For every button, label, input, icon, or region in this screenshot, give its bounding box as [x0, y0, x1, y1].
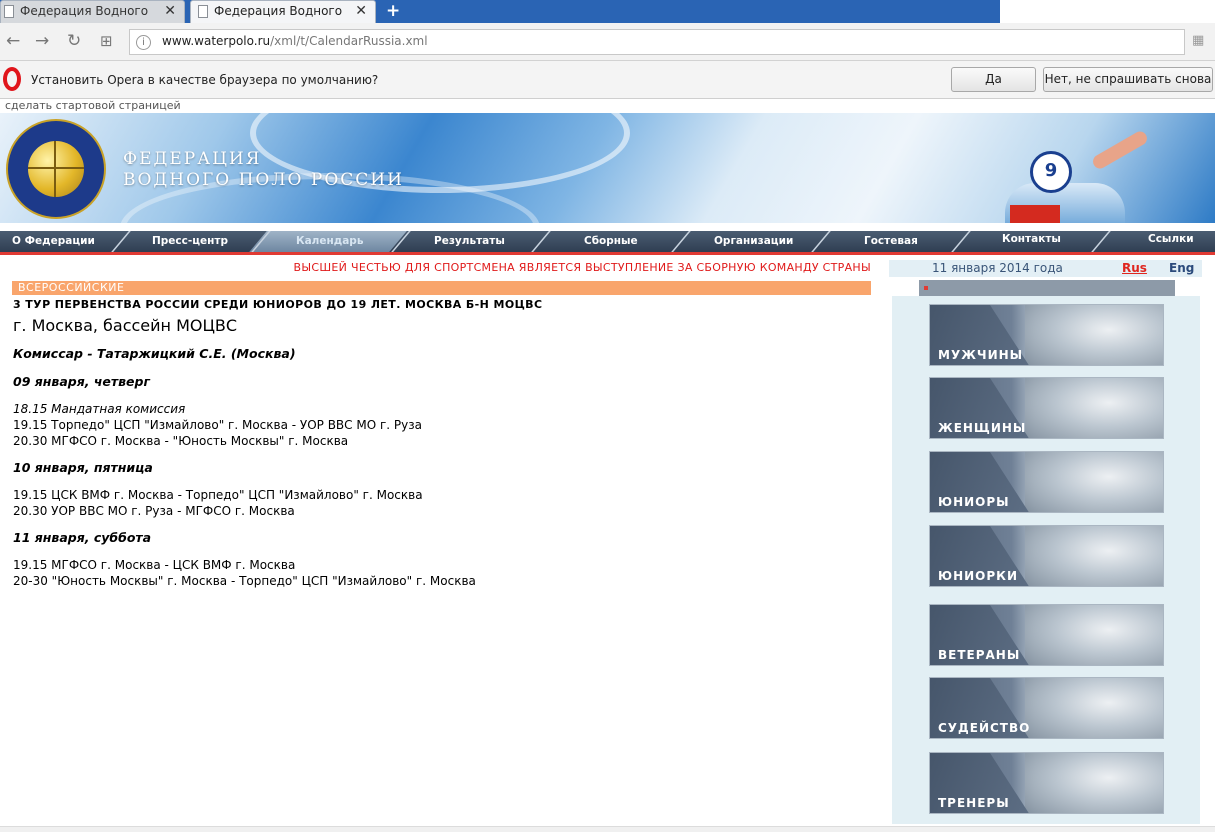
- section-photo: [1025, 378, 1163, 438]
- nav-results[interactable]: Результаты: [434, 231, 505, 252]
- section-women[interactable]: ЖЕНЩИНЫ: [929, 377, 1164, 439]
- section-label: ЮНИОРКИ: [938, 569, 1019, 583]
- reload-icon[interactable]: ↻: [67, 31, 81, 51]
- url-path: /xml/t/CalendarRussia.xml: [270, 34, 428, 48]
- nav-separator: [111, 231, 131, 252]
- address-url: www.waterpolo.ru/xml/t/CalendarRussia.xm…: [162, 34, 428, 48]
- address-field[interactable]: i www.waterpolo.ru/xml/t/CalendarRussia.…: [129, 29, 1185, 55]
- event-commissioner: Комиссар - Татаржицкий С.Е. (Москва): [13, 346, 296, 361]
- federation-logo[interactable]: [6, 119, 106, 219]
- schedule-line: 20-30 "Юность Москвы" г. Москва - Торпед…: [13, 574, 476, 588]
- infobar-message: Установить Opera в качестве браузера по …: [31, 73, 379, 87]
- tab-title: Федерация Водного По: [214, 4, 342, 18]
- site-info-icon[interactable]: i: [136, 35, 151, 50]
- nav-separator: [1091, 231, 1111, 252]
- nav-organizations[interactable]: Организации: [714, 231, 793, 252]
- yes-button[interactable]: Да: [951, 67, 1036, 92]
- default-browser-infobar: Установить Opera в качестве браузера по …: [0, 61, 1215, 99]
- player-red-cap-detail: [1010, 205, 1060, 223]
- day-heading: 11 января, суббота: [13, 530, 152, 545]
- nav-guestbook[interactable]: Гостевая: [864, 231, 918, 252]
- dont-ask-again-button[interactable]: Нет, не спрашивать снова: [1043, 67, 1213, 92]
- bullet-icon: [924, 286, 928, 290]
- section-refereeing[interactable]: СУДЕЙСТВО: [929, 677, 1164, 739]
- nav-separator: [531, 231, 551, 252]
- tab-bar-empty-area: [1000, 0, 1215, 23]
- section-photo: [1025, 305, 1163, 365]
- url-host: www.waterpolo.ru: [162, 34, 271, 48]
- nav-separator: [951, 231, 971, 252]
- schedule-line: 19.15 Торпедо" ЦСП "Измайлово" г. Москва…: [13, 418, 422, 432]
- nav-about[interactable]: О Федерации: [12, 231, 95, 252]
- nav-press-center[interactable]: Пресс-центр: [152, 231, 228, 252]
- nav-separator: [671, 231, 691, 252]
- nav-contacts[interactable]: Контакты: [1002, 229, 1061, 250]
- schedule-line: 19.15 МГФСО г. Москва - ЦСК ВМФ г. Москв…: [13, 558, 296, 572]
- coat-of-arms-icon: [1025, 753, 1163, 813]
- browser-tab-1[interactable]: Федерация Водного По ✕: [0, 0, 185, 23]
- section-label: ЖЕНЩИНЫ: [938, 421, 1027, 435]
- make-start-page-link[interactable]: сделать стартовой страницей: [5, 99, 181, 113]
- grid-view-icon[interactable]: ▦: [1192, 33, 1204, 48]
- section-photo: [1025, 526, 1163, 586]
- news-ticker: ВЫСШЕЙ ЧЕСТЬЮ ДЛЯ СПОРТСМЕНА ЯВЛЯЕТСЯ ВЫ…: [0, 260, 871, 276]
- category-bar: ВСЕРОССИЙСКИЕ: [12, 281, 871, 295]
- nav-teams[interactable]: Сборные: [584, 231, 638, 252]
- nav-links[interactable]: Ссылки: [1148, 229, 1194, 250]
- volleyball-icon: [28, 141, 84, 197]
- section-label: МУЖЧИНЫ: [938, 348, 1024, 362]
- section-label: ТРЕНЕРЫ: [938, 796, 1010, 810]
- ticker-text: ВЫСШЕЙ ЧЕСТЬЮ ДЛЯ СПОРТСМЕНА ЯВЛЯЕТСЯ ВЫ…: [293, 261, 871, 274]
- nav-calendar[interactable]: Календарь: [296, 231, 363, 252]
- tab-title: Федерация Водного По: [20, 4, 148, 18]
- address-toolbar: ← → ↻ ⊞ i www.waterpolo.ru/xml/t/Calenda…: [0, 23, 1215, 61]
- section-juniors-women[interactable]: ЮНИОРКИ: [929, 525, 1164, 587]
- speed-dial-icon[interactable]: ⊞: [100, 31, 113, 51]
- schedule-line: 20.30 МГФСО г. Москва - "Юность Москвы" …: [13, 434, 349, 448]
- main-navigation: О Федерации Пресс-центр Календарь Резуль…: [0, 228, 1215, 255]
- section-coaches[interactable]: ТРЕНЕРЫ: [929, 752, 1164, 814]
- schedule-line: 18.15 Мандатная комиссия: [13, 402, 186, 416]
- event-title: 3 ТУР ПЕРВЕНСТВА РОССИИ СРЕДИ ЮНИОРОВ ДО…: [13, 298, 543, 311]
- nav-separator: [811, 231, 831, 252]
- section-juniors-men[interactable]: ЮНИОРЫ: [929, 451, 1164, 513]
- player-arm: [1090, 128, 1150, 172]
- browser-tab-2-active[interactable]: Федерация Водного По ✕: [190, 0, 376, 23]
- site-title: ФЕДЕРАЦИЯ ВОДНОГО ПОЛО РОССИИ: [123, 149, 404, 191]
- section-label: ЮНИОРЫ: [938, 495, 1010, 509]
- sidebar-strip: [919, 280, 1175, 296]
- player-cap: 9: [1030, 151, 1072, 193]
- day-heading: 10 января, пятница: [13, 460, 153, 475]
- site-title-line1: ФЕДЕРАЦИЯ: [123, 149, 262, 169]
- browser-tab-bar: Федерация Водного По ✕ Федерация Водного…: [0, 0, 1215, 23]
- schedule-line: 19.15 ЦСК ВМФ г. Москва - Торпедо" ЦСП "…: [13, 488, 423, 502]
- section-photo: [1025, 605, 1163, 665]
- section-men[interactable]: МУЖЧИНЫ: [929, 304, 1164, 366]
- schedule-line: 20.30 УОР ВВС МО г. Руза - МГФСО г. Моск…: [13, 504, 295, 518]
- section-veterans[interactable]: ВЕТЕРАНЫ: [929, 604, 1164, 666]
- scales-icon: [1025, 678, 1163, 738]
- section-photo: [1025, 452, 1163, 512]
- waterpolo-player-image: 9: [1000, 128, 1190, 223]
- page-icon: [198, 5, 208, 18]
- back-icon[interactable]: ←: [6, 31, 20, 51]
- page-icon: [4, 5, 14, 18]
- new-tab-button[interactable]: +: [386, 1, 400, 21]
- section-label: ВЕТЕРАНЫ: [938, 648, 1021, 662]
- lang-rus-link[interactable]: Rus: [1122, 261, 1147, 275]
- forward-icon[interactable]: →: [35, 31, 49, 51]
- close-tab-icon[interactable]: ✕: [355, 1, 367, 22]
- category-label: ВСЕРОССИЙСКИЕ: [18, 281, 125, 294]
- opera-logo-icon: [3, 67, 21, 91]
- day-heading: 09 января, четверг: [13, 374, 150, 389]
- close-tab-icon[interactable]: ✕: [164, 1, 176, 22]
- event-place: г. Москва, бассейн МОЦВС: [13, 316, 238, 335]
- site-header-banner: ФЕДЕРАЦИЯ ВОДНОГО ПОЛО РОССИИ 9: [0, 113, 1215, 223]
- section-label: СУДЕЙСТВО: [938, 721, 1031, 735]
- page-bottom-edge: [0, 826, 1215, 832]
- current-date: 11 января 2014 года: [932, 261, 1063, 275]
- site-title-line2: ВОДНОГО ПОЛО РОССИИ: [123, 170, 404, 190]
- lang-eng-link[interactable]: Eng: [1169, 261, 1194, 275]
